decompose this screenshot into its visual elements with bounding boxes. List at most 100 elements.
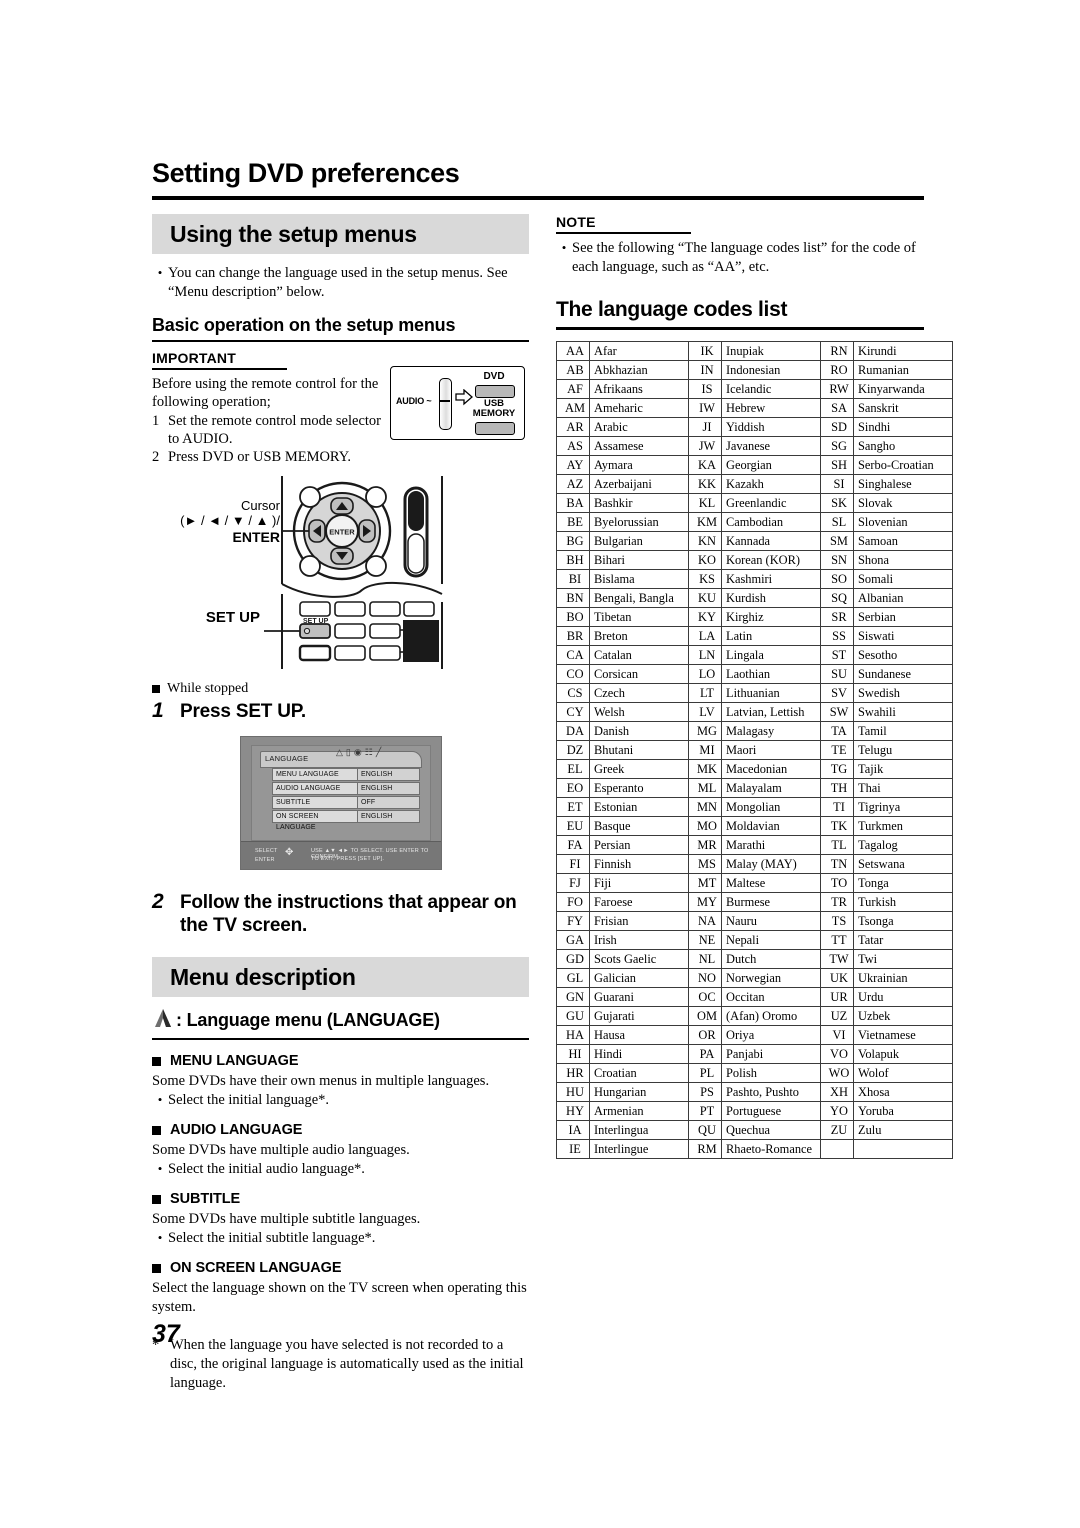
language-code: MG [688, 721, 722, 742]
item-bullet: • Select the initial audio language*. [152, 1160, 529, 1179]
table-row: AM Ameharic IW Hebrew SA Sanskrit [556, 398, 953, 419]
table-row: CO Corsican LO Laothian SU Sundanese [556, 664, 953, 685]
language-menu-heading-text: : Language menu (LANGUAGE) [176, 1010, 440, 1031]
tv-row-on-screen-language[interactable]: ON SCREEN LANGUAGE ENGLISH [272, 809, 420, 831]
table-row: GN Guarani OC Occitan UR Urdu [556, 987, 953, 1008]
mode-selector-switch-icon [438, 378, 452, 431]
language-name: Swedish [853, 683, 953, 704]
language-name: Tajik [853, 759, 953, 780]
table-row: GA Irish NE Nepali TT Tatar [556, 930, 953, 951]
tv-row-value: ENGLISH [358, 767, 420, 781]
language-name: Ukrainian [853, 968, 953, 989]
language-code: TK [820, 816, 854, 837]
tv-setup-screen-illustration: LANGUAGE △ ▯ ◉ ☷ ╱ MENU LANGUAGE ENGLISH… [240, 735, 442, 870]
table-row: CY Welsh LV Latvian, Lettish SW Swahili [556, 702, 953, 723]
language-name: Armenian [589, 1101, 689, 1122]
language-name: Rumanian [853, 360, 953, 381]
language-name: Turkmen [853, 816, 953, 837]
item-bullet: • Select the initial language*. [152, 1091, 529, 1110]
language-name: Bulgarian [589, 531, 689, 552]
language-name: Samoan [853, 531, 953, 552]
table-row: AY Aymara KA Georgian SH Serbo-Croatian [556, 455, 953, 476]
language-code: TS [820, 911, 854, 932]
language-code: MR [688, 835, 722, 856]
language-code: FY [556, 911, 590, 932]
language-code: DZ [556, 740, 590, 761]
language-name: Singhalese [853, 474, 953, 495]
language-name: Laothian [721, 664, 821, 685]
language-code: JW [688, 436, 722, 457]
language-name: Twi [853, 949, 953, 970]
language-code: SH [820, 455, 854, 476]
language-code: KO [688, 550, 722, 571]
mode-selector-diagram: AUDIO ~ DVD USB MEMORY [390, 366, 525, 441]
language-code: CA [556, 645, 590, 666]
language-name: Sangho [853, 436, 953, 457]
language-name: Sindhi [853, 417, 953, 438]
dpad-icon: ✥ [285, 846, 294, 858]
bullet-dot-icon: • [157, 1229, 163, 1245]
item-heading-text: AUDIO LANGUAGE [170, 1122, 303, 1139]
bullet-dot-icon: • [561, 240, 567, 255]
table-row: AR Arabic JI Yiddish SD Sindhi [556, 417, 953, 438]
language-name: Hebrew [721, 398, 821, 419]
while-stopped-note: While stopped [152, 681, 529, 697]
language-code: SO [820, 569, 854, 590]
language-code: BN [556, 588, 590, 609]
tv-row-subtitle[interactable]: SUBTITLE OFF [272, 795, 420, 809]
language-code: TT [820, 930, 854, 951]
language-code: TA [820, 721, 854, 742]
item-heading-menu-language: MENU LANGUAGE [152, 1053, 529, 1069]
language-code: MS [688, 854, 722, 875]
language-code: HU [556, 1082, 590, 1103]
language-name: Cambodian [721, 512, 821, 533]
table-row: GD Scots Gaelic NL Dutch TW Twi [556, 949, 953, 970]
language-name: Setswana [853, 854, 953, 875]
language-code: PA [688, 1044, 722, 1065]
table-row: HI Hindi PA Panjabi VO Volapuk [556, 1044, 953, 1065]
language-tab-label: LANGUAGE [265, 753, 309, 763]
language-code: OC [688, 987, 722, 1008]
language-name: Latvian, Lettish [721, 702, 821, 723]
usb-memory-button-label: USB MEMORY [472, 398, 516, 419]
table-row: CS Czech LT Lithuanian SV Swedish [556, 683, 953, 704]
banner-label: Using the setup menus [170, 220, 417, 247]
dvd-button-label: DVD [483, 371, 505, 383]
language-code: AY [556, 455, 590, 476]
tv-row-menu-language[interactable]: MENU LANGUAGE ENGLISH [272, 767, 420, 781]
language-name: Irish [589, 930, 689, 951]
language-code: KN [688, 531, 722, 552]
language-code: BI [556, 569, 590, 590]
language-code: SL [820, 512, 854, 533]
picture-icon: ▯ [345, 746, 351, 757]
square-bullet-icon [152, 1194, 161, 1204]
language-name: Zulu [853, 1120, 953, 1141]
page-title: Setting DVD preferences [152, 158, 460, 188]
table-row: BO Tibetan KY Kirghiz SR Serbian [556, 607, 953, 628]
table-row: IE Interlingue RM Rhaeto-Romance [556, 1139, 953, 1160]
table-row: BH Bihari KO Korean (KOR) SN Shona [556, 550, 953, 571]
language-code: IK [688, 341, 722, 362]
language-code: SM [820, 531, 854, 552]
language-code: SQ [820, 588, 854, 609]
language-code: NL [688, 949, 722, 970]
language-code: AZ [556, 474, 590, 495]
language-name: Basque [589, 816, 689, 837]
table-row: BG Bulgarian KN Kannada SM Samoan [556, 531, 953, 552]
bullet-dot-icon: • [157, 265, 163, 280]
language-code: SA [820, 398, 854, 419]
right-column: NOTE • See the following “The language c… [556, 214, 953, 1160]
language-name: Faroese [589, 892, 689, 913]
language-name: Lingala [721, 645, 821, 666]
important-box: IMPORTANT Before using the remote contro… [152, 350, 529, 470]
step-2-text: Follow the instructions that appear on t… [180, 891, 517, 936]
language-code: LA [688, 626, 722, 647]
tv-row-audio-language[interactable]: AUDIO LANGUAGE ENGLISH [272, 781, 420, 795]
language-code: WO [820, 1063, 854, 1084]
language-code: GN [556, 987, 590, 1008]
language-name: Fiji [589, 873, 689, 894]
square-bullet-icon [152, 685, 160, 694]
language-code: EU [556, 816, 590, 837]
language-code: GL [556, 968, 590, 989]
banner-label: Menu description [170, 963, 356, 990]
